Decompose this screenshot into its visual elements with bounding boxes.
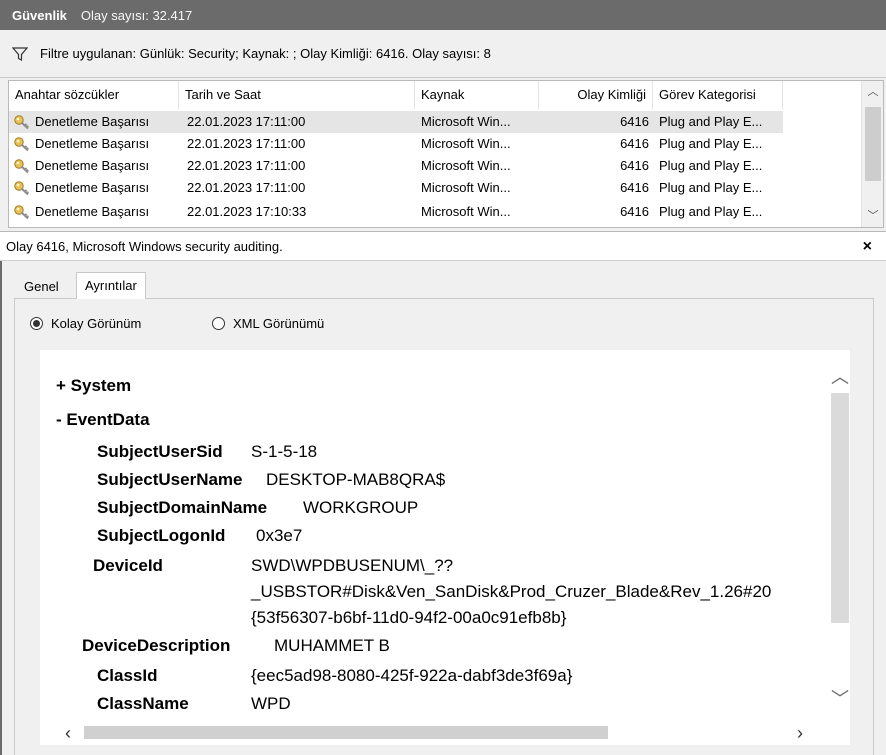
- cell-keyword: Denetleme Başarısı: [35, 158, 150, 173]
- cell-category: Plug and Play E...: [659, 180, 763, 195]
- cell-event-id: 6416: [620, 136, 649, 151]
- field-name: SubjectUserSid: [97, 442, 223, 461]
- radio-selected-icon[interactable]: [30, 317, 43, 330]
- field-name: ClassId: [97, 666, 158, 685]
- field-name: SubjectLogonId: [97, 526, 226, 545]
- log-name: Güvenlik: [12, 7, 67, 23]
- field-value: 0x3e7: [256, 526, 303, 545]
- close-icon[interactable]: ×: [863, 232, 872, 262]
- cell-keyword: Denetleme Başarısı: [35, 204, 150, 219]
- field-value: DESKTOP-MAB8QRA$: [266, 470, 446, 489]
- cell-datetime: 22.01.2023 17:11:00: [187, 158, 306, 173]
- column-header-source[interactable]: Kaynak: [415, 81, 539, 109]
- scrollbar-thumb[interactable]: [84, 726, 608, 739]
- field-name: SubjectUserName: [97, 470, 243, 489]
- field-value: SWD\WPDBUSENUM\_??: [251, 556, 454, 575]
- scrollbar-thumb[interactable]: [831, 393, 849, 623]
- filter-bar: Filtre uygulanan: Günlük: Security; Kayn…: [0, 30, 886, 78]
- event-list[interactable]: Anahtar sözcükler Tarih ve Saat Kaynak O…: [8, 80, 884, 228]
- cell-datetime: 22.01.2023 17:11:00: [187, 114, 306, 129]
- table-row[interactable]: Denetleme Başarısı 22.01.2023 17:11:00 M…: [9, 177, 783, 199]
- column-header-datetime[interactable]: Tarih ve Saat: [179, 81, 415, 109]
- field-value: MUHAMMET B: [274, 636, 390, 655]
- field-name: ClassName: [97, 694, 189, 713]
- cell-datetime: 22.01.2023 17:11:00: [187, 136, 306, 151]
- friendly-view-radio[interactable]: Kolay Görünüm: [30, 316, 141, 331]
- table-row[interactable]: Denetleme Başarısı 22.01.2023 17:11:00 M…: [9, 133, 783, 155]
- xml-view-radio[interactable]: XML Görünümü: [212, 316, 324, 331]
- details-vertical-scrollbar[interactable]: ︿ ﹀: [829, 360, 851, 720]
- table-row[interactable]: Denetleme Başarısı 22.01.2023 17:11:00 M…: [9, 111, 783, 133]
- cell-source: Microsoft Win...: [421, 158, 511, 173]
- tab-general[interactable]: Genel: [16, 276, 67, 298]
- event-detail-title: Olay 6416, Microsoft Windows security au…: [6, 239, 283, 254]
- cell-datetime: 22.01.2023 17:10:33: [187, 204, 307, 219]
- friendly-view-label: Kolay Görünüm: [51, 316, 142, 331]
- cell-keyword: Denetleme Başarısı: [35, 136, 150, 151]
- scroll-down-icon[interactable]: ﹀: [831, 688, 849, 710]
- cell-event-id: 6416: [620, 204, 649, 219]
- cell-category: Plug and Play E...: [659, 158, 763, 173]
- log-title-bar: Güvenlik Olay sayısı: 32.417: [0, 0, 886, 30]
- cell-category: Plug and Play E...: [659, 136, 763, 151]
- field-name: DeviceDescription: [82, 636, 231, 655]
- cell-category: Plug and Play E...: [659, 204, 763, 219]
- field-name: SubjectDomainName: [97, 498, 268, 517]
- cell-source: Microsoft Win...: [421, 180, 511, 195]
- cell-event-id: 6416: [620, 180, 649, 195]
- column-header-task-category[interactable]: Görev Kategorisi: [653, 81, 783, 109]
- column-header-keywords[interactable]: Anahtar sözcükler: [9, 81, 179, 109]
- details-horizontal-scrollbar[interactable]: ‹ ›: [56, 722, 816, 744]
- column-headers: Anahtar sözcükler Tarih ve Saat Kaynak O…: [9, 81, 861, 109]
- scrollbar-thumb[interactable]: [865, 107, 881, 181]
- table-row[interactable]: Denetleme Başarısı 22.01.2023 17:11:00 M…: [9, 155, 783, 177]
- column-header-event-id[interactable]: Olay Kimliği: [539, 81, 653, 109]
- tab-details[interactable]: Ayrıntılar: [76, 272, 146, 299]
- field-value-continued: {53f56307-b6bf-11d0-94f2-00a0c91efb8b}: [251, 608, 567, 627]
- filter-text: Filtre uygulanan: Günlük: Security; Kayn…: [40, 46, 491, 61]
- radio-unselected-icon[interactable]: [212, 317, 225, 330]
- pane-edge: [0, 232, 2, 755]
- cell-source: Microsoft Win...: [421, 136, 511, 151]
- table-row[interactable]: Denetleme Başarısı 22.01.2023 17:10:33 M…: [9, 201, 783, 223]
- event-detail-header: Olay 6416, Microsoft Windows security au…: [0, 231, 886, 261]
- scroll-right-icon[interactable]: ›: [790, 722, 810, 744]
- scroll-down-icon[interactable]: ﹀: [862, 205, 883, 227]
- field-value: S-1-5-18: [251, 442, 318, 461]
- cell-category: Plug and Play E...: [659, 114, 763, 129]
- cell-keyword: Denetleme Başarısı: [35, 180, 150, 195]
- cell-source: Microsoft Win...: [421, 114, 511, 129]
- system-node[interactable]: + System: [56, 376, 131, 396]
- cell-source: Microsoft Win...: [421, 204, 511, 219]
- scroll-up-icon[interactable]: ︿: [831, 366, 849, 388]
- field-name: DeviceId: [93, 556, 163, 575]
- field-value-continued: _USBSTOR#Disk&Ven_SanDisk&Prod_Cruzer_Bl…: [251, 582, 772, 601]
- event-count: Olay sayısı: 32.417: [80, 7, 193, 23]
- cell-event-id: 6416: [620, 114, 649, 129]
- cell-keyword: Denetleme Başarısı: [35, 114, 150, 129]
- friendly-view-content: + System - EventData SubjectUserSid S-1-…: [40, 350, 850, 745]
- field-value: {eec5ad98-8080-425f-922a-dabf3de3f69a}: [251, 666, 573, 685]
- xml-view-label: XML Görünümü: [233, 316, 325, 331]
- event-list-scrollbar[interactable]: ︿ ﹀: [861, 81, 883, 227]
- scroll-up-icon[interactable]: ︿: [862, 81, 883, 103]
- scroll-left-icon[interactable]: ‹: [58, 722, 78, 744]
- cell-event-id: 6416: [620, 158, 649, 173]
- filter-icon: [12, 46, 28, 61]
- field-value: WPD: [251, 694, 291, 713]
- cell-datetime: 22.01.2023 17:11:00: [187, 180, 306, 195]
- eventdata-node[interactable]: - EventData: [56, 410, 150, 430]
- field-value: WORKGROUP: [303, 498, 419, 517]
